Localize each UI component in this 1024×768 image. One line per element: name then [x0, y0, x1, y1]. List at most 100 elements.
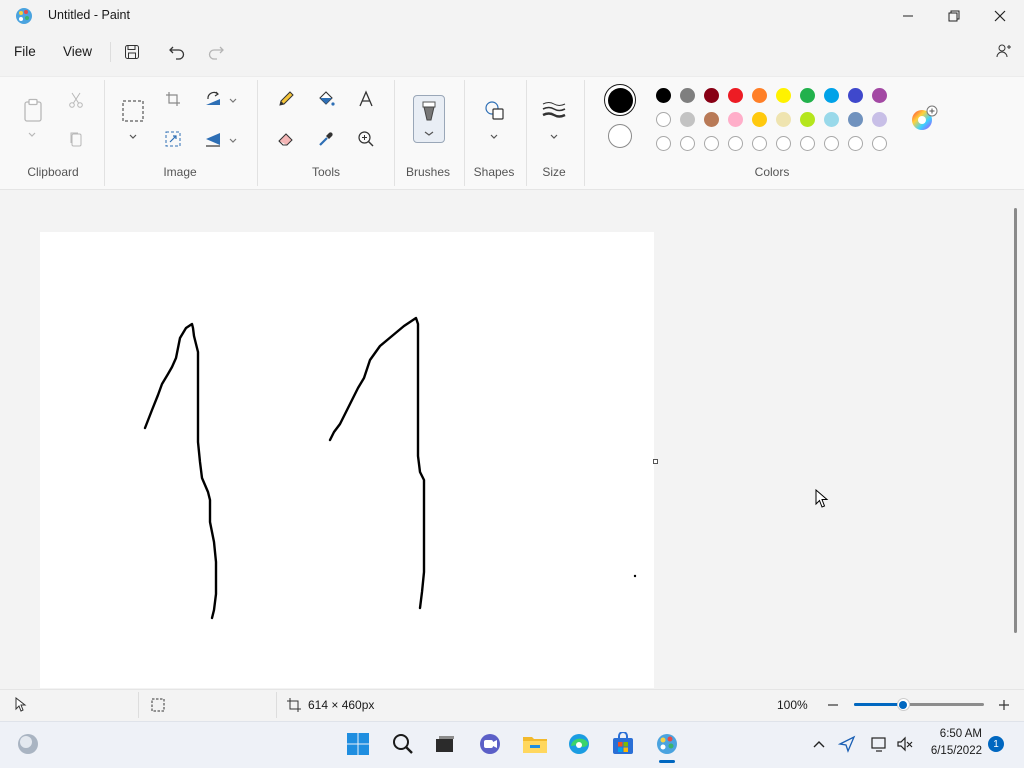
- shapes-button[interactable]: [481, 97, 507, 123]
- group-label-colors: Colors: [754, 165, 790, 179]
- clock-date[interactable]: 6/15/2022: [922, 745, 982, 757]
- paint-taskbar-button[interactable]: [654, 731, 680, 757]
- custom-color-slot[interactable]: [680, 136, 695, 151]
- palette-color-swatch[interactable]: [800, 112, 815, 127]
- select-dropdown-icon[interactable]: [128, 130, 138, 144]
- size-button[interactable]: [541, 97, 567, 123]
- zoom-out-button[interactable]: [825, 697, 841, 716]
- primary-color-swatch: [607, 87, 633, 113]
- flip-dropdown-icon[interactable]: [228, 134, 238, 148]
- custom-color-slot[interactable]: [776, 136, 791, 151]
- paste-button[interactable]: [19, 96, 47, 124]
- palette-color-swatch[interactable]: [848, 112, 863, 127]
- palette-color-swatch[interactable]: [872, 88, 887, 103]
- primary-color-button[interactable]: [604, 84, 636, 116]
- share-button[interactable]: [991, 38, 1017, 64]
- palette-color-swatch[interactable]: [680, 112, 695, 127]
- restore-icon: [948, 10, 960, 22]
- network-tray-icon[interactable]: [866, 731, 892, 757]
- palette-color-swatch[interactable]: [800, 88, 815, 103]
- teams-chat-button[interactable]: [477, 731, 503, 757]
- size-dropdown-icon[interactable]: [549, 130, 559, 144]
- close-button[interactable]: [977, 0, 1023, 32]
- canvas-size-text: 614 × 460px: [308, 698, 375, 712]
- custom-color-slot[interactable]: [656, 136, 671, 151]
- palette-color-swatch[interactable]: [752, 88, 767, 103]
- palette-color-swatch[interactable]: [728, 112, 743, 127]
- start-button[interactable]: [345, 731, 371, 757]
- zoom-slider-track[interactable]: [854, 698, 984, 711]
- palette-color-swatch[interactable]: [752, 112, 767, 127]
- edit-colors-button[interactable]: [910, 105, 938, 133]
- weather-widget-icon[interactable]: [15, 731, 41, 757]
- menu-file[interactable]: File: [14, 44, 36, 59]
- palette-color-swatch[interactable]: [656, 88, 671, 103]
- palette-color-swatch[interactable]: [704, 112, 719, 127]
- paint-app-icon: [15, 7, 33, 25]
- color-wheel-icon: [912, 105, 938, 130]
- eraser-tool[interactable]: [273, 126, 299, 152]
- cut-button[interactable]: [63, 87, 89, 113]
- pencil-tool[interactable]: [273, 86, 299, 112]
- palette-color-swatch[interactable]: [848, 88, 863, 103]
- restore-button[interactable]: [931, 0, 977, 32]
- redo-button[interactable]: [203, 39, 229, 65]
- palette-color-swatch[interactable]: [728, 88, 743, 103]
- custom-color-slot[interactable]: [872, 136, 887, 151]
- magnifier-tool[interactable]: [353, 126, 379, 152]
- shapes-dropdown-icon[interactable]: [489, 130, 499, 144]
- flip-button[interactable]: [200, 126, 226, 152]
- paste-dropdown-icon[interactable]: [27, 128, 37, 142]
- palette-color-swatch[interactable]: [872, 112, 887, 127]
- custom-color-slot[interactable]: [800, 136, 815, 151]
- chat-icon: [480, 734, 500, 754]
- minimize-button[interactable]: [885, 0, 931, 32]
- rotate-dropdown-icon[interactable]: [228, 94, 238, 108]
- palette-color-swatch[interactable]: [776, 88, 791, 103]
- clock-time[interactable]: 6:50 AM: [930, 728, 982, 740]
- task-view-button[interactable]: [432, 731, 458, 757]
- fill-tool[interactable]: [313, 86, 339, 112]
- search-button[interactable]: [390, 731, 416, 757]
- rotate-button[interactable]: [200, 86, 226, 112]
- zoom-slider-thumb[interactable]: [896, 698, 910, 711]
- palette-color-swatch[interactable]: [824, 88, 839, 103]
- image-properties-button[interactable]: [160, 126, 186, 152]
- text-tool[interactable]: [353, 86, 379, 112]
- custom-color-slot[interactable]: [824, 136, 839, 151]
- color-picker-tool[interactable]: [313, 126, 339, 152]
- file-explorer-button[interactable]: [522, 731, 548, 757]
- edge-button[interactable]: [566, 731, 592, 757]
- palette-color-swatch[interactable]: [680, 88, 695, 103]
- custom-color-slot[interactable]: [704, 136, 719, 151]
- menu-bar: [0, 32, 1024, 72]
- location-tray-icon[interactable]: [834, 731, 860, 757]
- undo-button[interactable]: [164, 39, 190, 65]
- brushes-button[interactable]: [413, 95, 445, 143]
- palette-color-swatch[interactable]: [704, 88, 719, 103]
- select-button[interactable]: [119, 97, 147, 125]
- palette-color-swatch[interactable]: [824, 112, 839, 127]
- menu-view[interactable]: View: [63, 44, 92, 59]
- drawing-canvas[interactable]: [40, 232, 654, 688]
- canvas-resize-handle[interactable]: [653, 459, 658, 464]
- vertical-scrollbar[interactable]: [1014, 208, 1017, 633]
- crop-button[interactable]: [160, 86, 186, 112]
- show-hidden-icons-button[interactable]: [806, 731, 832, 757]
- group-label-size: Size: [542, 165, 566, 179]
- custom-color-slot[interactable]: [728, 136, 743, 151]
- notification-badge[interactable]: 1: [988, 736, 1004, 752]
- palette-color-swatch[interactable]: [656, 112, 671, 127]
- ribbon-divider: [584, 80, 585, 186]
- canvas-size-icon: [287, 698, 301, 715]
- save-button[interactable]: [119, 39, 145, 65]
- volume-tray-icon[interactable]: [892, 731, 918, 757]
- custom-color-slot[interactable]: [752, 136, 767, 151]
- magnifier-icon: [358, 131, 374, 147]
- custom-color-slot[interactable]: [848, 136, 863, 151]
- copy-button[interactable]: [63, 126, 89, 152]
- secondary-color-button[interactable]: [608, 124, 632, 148]
- store-button[interactable]: [610, 731, 636, 757]
- palette-color-swatch[interactable]: [776, 112, 791, 127]
- zoom-in-button[interactable]: [996, 697, 1012, 716]
